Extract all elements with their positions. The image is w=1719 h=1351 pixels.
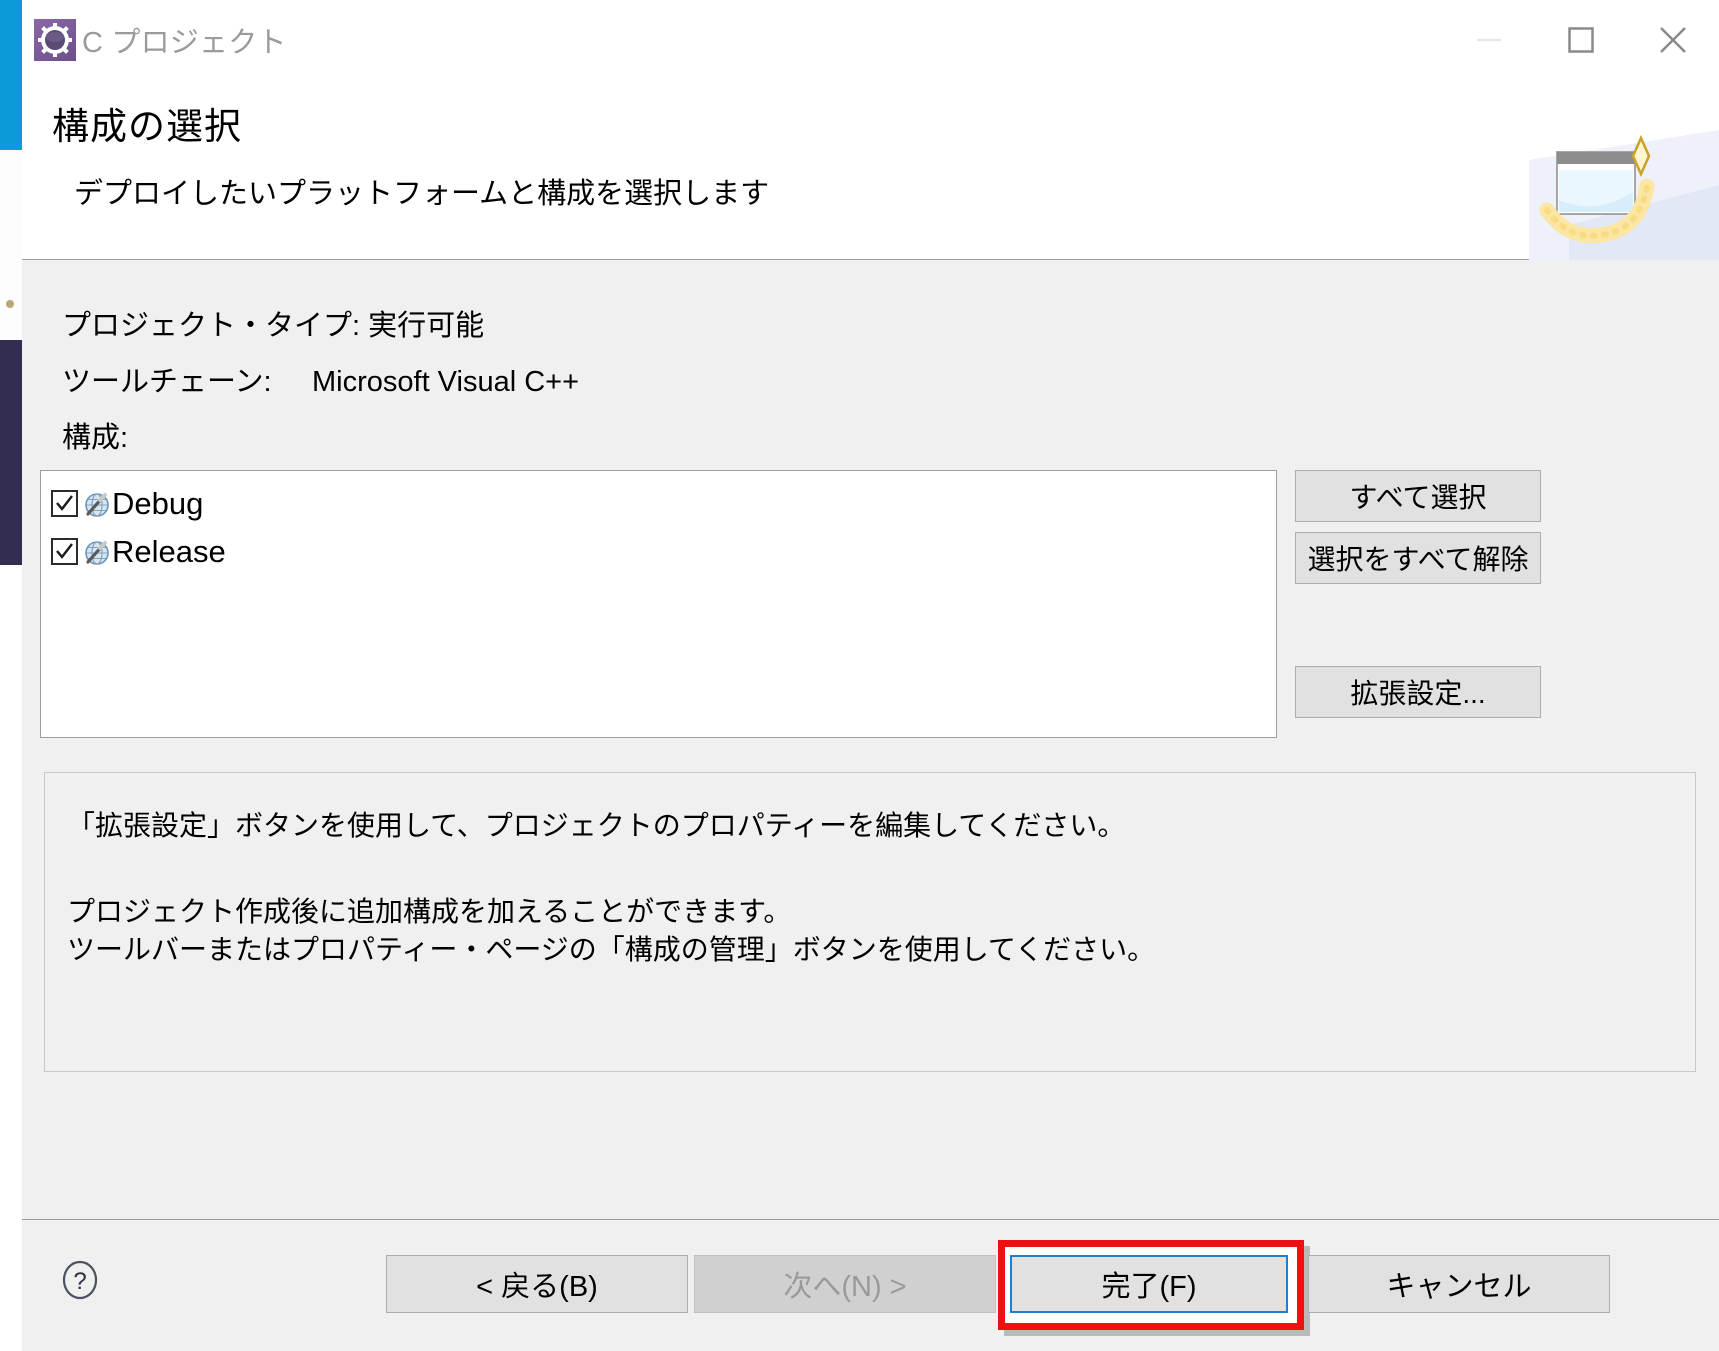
background-dot: [6, 300, 14, 308]
deselect-all-button[interactable]: 選択をすべて解除: [1295, 532, 1541, 584]
project-type-value: 実行可能: [368, 310, 485, 342]
wizard-header: 構成の選択 デプロイしたいプラットフォームと構成を選択します: [22, 80, 1719, 260]
background-purple-strip: [0, 340, 22, 565]
toolchain-value: Microsoft Visual C++: [312, 366, 580, 398]
page-subtitle: デプロイしたいプラットフォームと構成を選択します: [74, 178, 770, 210]
wizard-body: プロジェクト・タイプ: 実行可能 ツールチェーン: Microsoft Visua…: [22, 260, 1719, 1219]
maximize-icon[interactable]: [1535, 0, 1627, 80]
minimize-icon[interactable]: [1443, 0, 1535, 80]
background-panel-bottom: [0, 565, 22, 1351]
list-item[interactable]: Debug: [51, 479, 1276, 527]
configuration-globe-icon: [84, 490, 110, 517]
c-project-wizard-dialog: C プロジェクト 構成の選択 デプロイしたいプラットフォームと構成を選択します: [22, 0, 1719, 1351]
window-controls: [1443, 0, 1719, 80]
configurations-label: 構成:: [62, 422, 129, 454]
toolchain-label: ツールチェーン:: [62, 366, 272, 398]
close-icon[interactable]: [1627, 0, 1719, 80]
footer-buttons: < 戻る(B) 次へ(N) > 完了(F) キャンセル: [22, 1220, 1719, 1351]
description-box: 「拡張設定」ボタンを使用して、プロジェクトのプロパティーを編集してください。 プ…: [44, 772, 1696, 1072]
project-type-label: プロジェクト・タイプ:: [62, 310, 361, 342]
configuration-checkbox[interactable]: [51, 489, 78, 517]
gear-icon: [34, 19, 76, 61]
list-item[interactable]: Release: [51, 527, 1276, 575]
project-type-row: プロジェクト・タイプ: 実行可能: [62, 302, 1701, 344]
next-button: 次へ(N) >: [694, 1255, 996, 1313]
finish-button[interactable]: 完了(F): [1010, 1255, 1288, 1313]
page-title: 構成の選択: [52, 106, 242, 147]
configuration-globe-icon: [84, 538, 110, 565]
select-all-button[interactable]: すべて選択: [1295, 470, 1541, 522]
list-item-label: Debug: [112, 485, 204, 521]
description-line-1: 「拡張設定」ボタンを使用して、プロジェクトのプロパティーを編集してください。: [67, 810, 1126, 841]
title-bar: C プロジェクト: [22, 0, 1719, 80]
screen: C プロジェクト 構成の選択 デプロイしたいプラットフォームと構成を選択します: [0, 0, 1719, 1351]
back-button[interactable]: < 戻る(B): [386, 1255, 688, 1313]
configuration-list[interactable]: Debug Release: [40, 470, 1277, 738]
toolchain-row: ツールチェーン: Microsoft Visual C++: [62, 358, 1701, 400]
wizard-footer: ? < 戻る(B) 次へ(N) > 完了(F) キャンセル: [22, 1219, 1719, 1351]
description-line-3: ツールバーまたはプロパティー・ページの「構成の管理」ボタンを使用してください。: [67, 933, 1156, 965]
list-item-label: Release: [112, 533, 226, 569]
configuration-section: Debug Release すべて選択 選択をすべて解除 拡張設定...: [40, 470, 1701, 738]
cancel-button[interactable]: キャンセル: [1308, 1255, 1610, 1313]
advanced-settings-button[interactable]: 拡張設定...: [1295, 666, 1541, 718]
window-title: C プロジェクト: [82, 27, 287, 59]
configuration-checkbox[interactable]: [51, 537, 78, 565]
background-blue-strip: [0, 0, 22, 150]
description-line-2: プロジェクト作成後に追加構成を加えることができます。: [67, 895, 792, 927]
configuration-actions: すべて選択 選択をすべて解除 拡張設定...: [1295, 470, 1541, 718]
project-info: プロジェクト・タイプ: 実行可能 ツールチェーン: Microsoft Visua…: [40, 260, 1701, 456]
wizard-window-sparkle-icon: [1529, 130, 1719, 260]
